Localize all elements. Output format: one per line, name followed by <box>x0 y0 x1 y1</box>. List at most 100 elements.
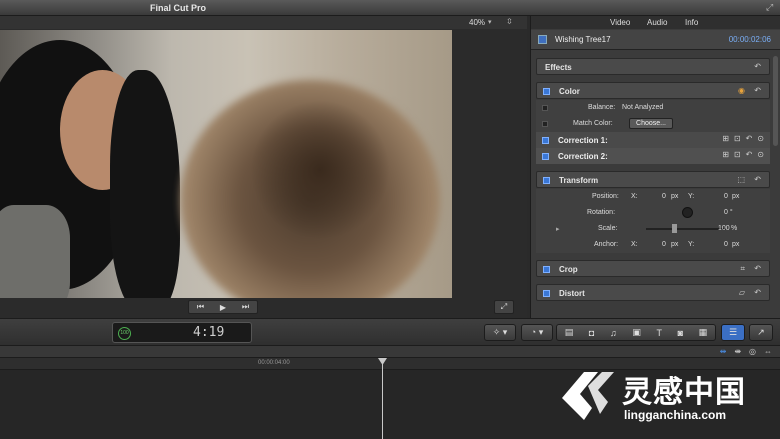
scale-row: ▸ Scale: 100 % <box>536 221 770 237</box>
correction-1-checkbox[interactable] <box>542 137 549 144</box>
scale-unit: % <box>731 225 738 232</box>
shape-mask-icon[interactable]: ⊡ <box>734 150 741 159</box>
options-icon[interactable]: ⊙ <box>757 134 764 143</box>
timeline-header: ⇹ ⇼ ◎ ⇔ <box>0 346 780 358</box>
viewer-bar: 40% ▾ ⇳ <box>0 16 527 29</box>
anchor-y-label: Y: <box>688 241 695 248</box>
section-crop[interactable]: Crop ⌗ ↶ <box>536 260 770 277</box>
anchor-y-value[interactable]: 0 <box>724 241 728 248</box>
position-y-unit: px <box>732 193 740 200</box>
tab-info[interactable]: Info <box>685 18 698 27</box>
options-icon[interactable]: ⊙ <box>757 150 764 159</box>
correction-2-checkbox[interactable] <box>542 153 549 160</box>
anchor-x-label: X: <box>631 241 638 248</box>
anchor-label: Anchor: <box>594 241 619 248</box>
scale-slider[interactable] <box>646 228 726 230</box>
section-crop-label: Crop <box>559 265 578 274</box>
zoom-level[interactable]: 40% <box>469 18 485 27</box>
anchor-y-unit: px <box>732 241 740 248</box>
enhancements-button[interactable]: ✧ ▾ <box>484 324 516 341</box>
distort-onscreen-icon[interactable]: ▱ <box>739 288 745 297</box>
generators-icon[interactable]: ◙ <box>678 328 683 338</box>
share-button[interactable]: ↗ <box>749 324 773 341</box>
reset-icon[interactable]: ↶ <box>754 175 761 184</box>
correction-1-row[interactable]: Correction 1: ⊞ ⊡ ↶ ⊙ <box>536 132 770 148</box>
timecode-display[interactable]: 100 4:19 <box>112 322 252 343</box>
previous-icon[interactable]: ⏮ <box>197 302 204 312</box>
tab-audio[interactable]: Audio <box>647 18 667 27</box>
rotation-knob[interactable] <box>682 207 693 218</box>
crop-enable-checkbox[interactable] <box>543 266 550 273</box>
viewer-options-icon[interactable]: ⇳ <box>506 17 513 26</box>
scale-slider-thumb[interactable] <box>672 224 677 233</box>
distort-enable-checkbox[interactable] <box>543 290 550 297</box>
balance-label: Balance: <box>588 104 616 111</box>
timecode-badge: 100 <box>118 327 131 340</box>
section-effects[interactable]: Effects ↶ <box>536 58 770 75</box>
shape-mask-icon[interactable]: ⊡ <box>734 134 741 143</box>
section-color-label: Color <box>559 87 580 96</box>
camera-icon[interactable]: ◘ <box>589 328 594 338</box>
skimming-icon[interactable]: ⇹ <box>720 347 727 356</box>
section-distort[interactable]: Distort ▱ ↶ <box>536 284 770 301</box>
clip-timecode: 00:00:02:06 <box>728 35 771 44</box>
play-icon[interactable]: ▶ <box>220 303 226 312</box>
music-icon[interactable]: ♫ <box>610 328 617 338</box>
color-enable-checkbox[interactable] <box>543 88 550 95</box>
position-y-value[interactable]: 0 <box>724 193 728 200</box>
correction-2-row[interactable]: Correction 2: ⊞ ⊡ ↶ ⊙ <box>536 148 770 164</box>
playhead[interactable] <box>382 358 383 439</box>
correction-1-label: Correction 1: <box>558 136 608 145</box>
anchor-x-value[interactable]: 0 <box>662 241 666 248</box>
viewer-fullscreen-icon[interactable]: ⤢ <box>494 300 514 314</box>
watermark-logo-icon <box>562 372 614 420</box>
audio-skimming-icon[interactable]: ⇼ <box>734 347 741 356</box>
reset-icon[interactable]: ↶ <box>746 134 753 143</box>
transform-enable-checkbox[interactable] <box>543 177 550 184</box>
section-transform[interactable]: Transform ⬚ ↶ <box>536 171 770 188</box>
subject-shoulder <box>0 205 70 298</box>
crop-onscreen-icon[interactable]: ⌗ <box>740 264 745 274</box>
themes-icon[interactable]: ▦ <box>699 327 708 338</box>
reset-icon[interactable]: ↶ <box>754 264 761 273</box>
reset-icon[interactable]: ↶ <box>754 86 761 95</box>
position-x-value[interactable]: 0 <box>662 193 666 200</box>
photos-icon[interactable]: ▣ <box>632 327 641 338</box>
section-color[interactable]: Color ◉ ↶ <box>536 82 770 99</box>
scale-value[interactable]: 100 <box>718 225 730 232</box>
position-y-label: Y: <box>688 193 695 200</box>
fullscreen-icon[interactable]: ⤢ <box>766 2 776 12</box>
snapping-icon[interactable]: ⇔ <box>764 347 772 356</box>
reset-icon[interactable]: ↶ <box>746 150 753 159</box>
scale-disclosure-icon[interactable]: ▸ <box>556 225 560 233</box>
mask-icon[interactable]: ⊞ <box>722 150 729 159</box>
position-x-label: X: <box>631 193 638 200</box>
correction-2-label: Correction 2: <box>558 152 608 161</box>
subject-hair-right <box>110 70 180 298</box>
next-icon[interactable]: ⏭ <box>242 302 249 312</box>
solo-icon[interactable]: ◎ <box>749 347 756 356</box>
position-label: Position: <box>592 193 619 200</box>
inspector-toggle-button[interactable]: ☰ <box>721 324 745 341</box>
clip-name: Wishing Tree17 <box>555 35 611 44</box>
rotation-value[interactable]: 0 ° <box>724 209 733 216</box>
transform-onscreen-icon[interactable]: ⬚ <box>737 175 745 184</box>
viewer: 40% ▾ ⇳ ⏮ ▶ ⏭ ⤢ <box>0 16 527 318</box>
reset-icon[interactable]: ↶ <box>754 288 761 297</box>
watermark-chinese-text: 灵感中国 <box>622 376 746 409</box>
balance-checkbox[interactable] <box>542 105 548 111</box>
anchor-x-unit: px <box>671 241 679 248</box>
titles-icon[interactable]: T <box>656 328 662 338</box>
app-title: Final Cut Pro <box>150 3 206 13</box>
match-color-checkbox[interactable] <box>542 121 548 127</box>
zoom-dropdown-icon[interactable]: ▾ <box>488 18 492 26</box>
anchor-row: Anchor: X: 0 px Y: 0 px <box>536 237 770 253</box>
retime-button[interactable]: ◔ ▾ <box>521 324 553 341</box>
mask-icon[interactable]: ⊞ <box>722 134 729 143</box>
tab-video[interactable]: Video <box>610 18 630 27</box>
reset-icon[interactable]: ↶ <box>754 62 761 71</box>
clips-icon[interactable]: ▤ <box>565 327 574 338</box>
inspector-scrollbar[interactable] <box>773 56 778 146</box>
color-board-icon[interactable]: ◉ <box>738 86 745 95</box>
choose-button[interactable]: Choose... <box>629 118 673 129</box>
